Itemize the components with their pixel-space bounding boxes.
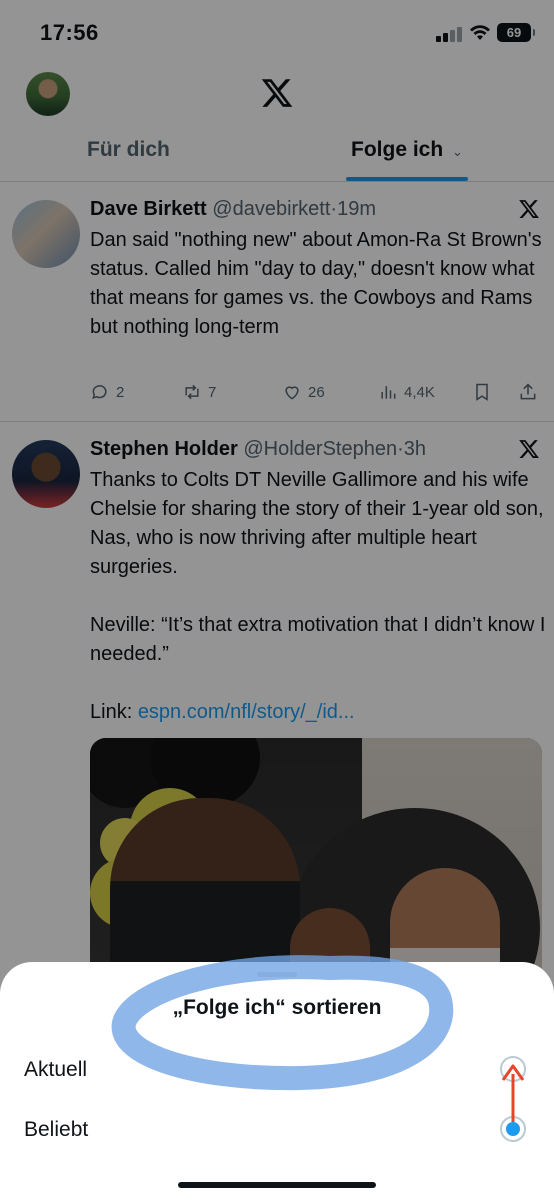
radio-aktuell[interactable] — [500, 1056, 526, 1082]
sort-sheet: „Folge ich“ sortieren Aktuell Beliebt — [0, 962, 554, 1200]
sort-option-label: Beliebt — [24, 1118, 89, 1141]
sheet-title: „Folge ich“ sortieren — [172, 996, 382, 1019]
home-indicator — [178, 1182, 376, 1188]
sort-option-aktuell[interactable]: Aktuell — [0, 1040, 554, 1100]
sort-option-label: Aktuell — [24, 1058, 88, 1081]
sheet-grabber[interactable] — [257, 972, 297, 977]
sort-option-beliebt[interactable]: Beliebt — [0, 1100, 554, 1160]
radio-beliebt[interactable] — [500, 1116, 526, 1142]
